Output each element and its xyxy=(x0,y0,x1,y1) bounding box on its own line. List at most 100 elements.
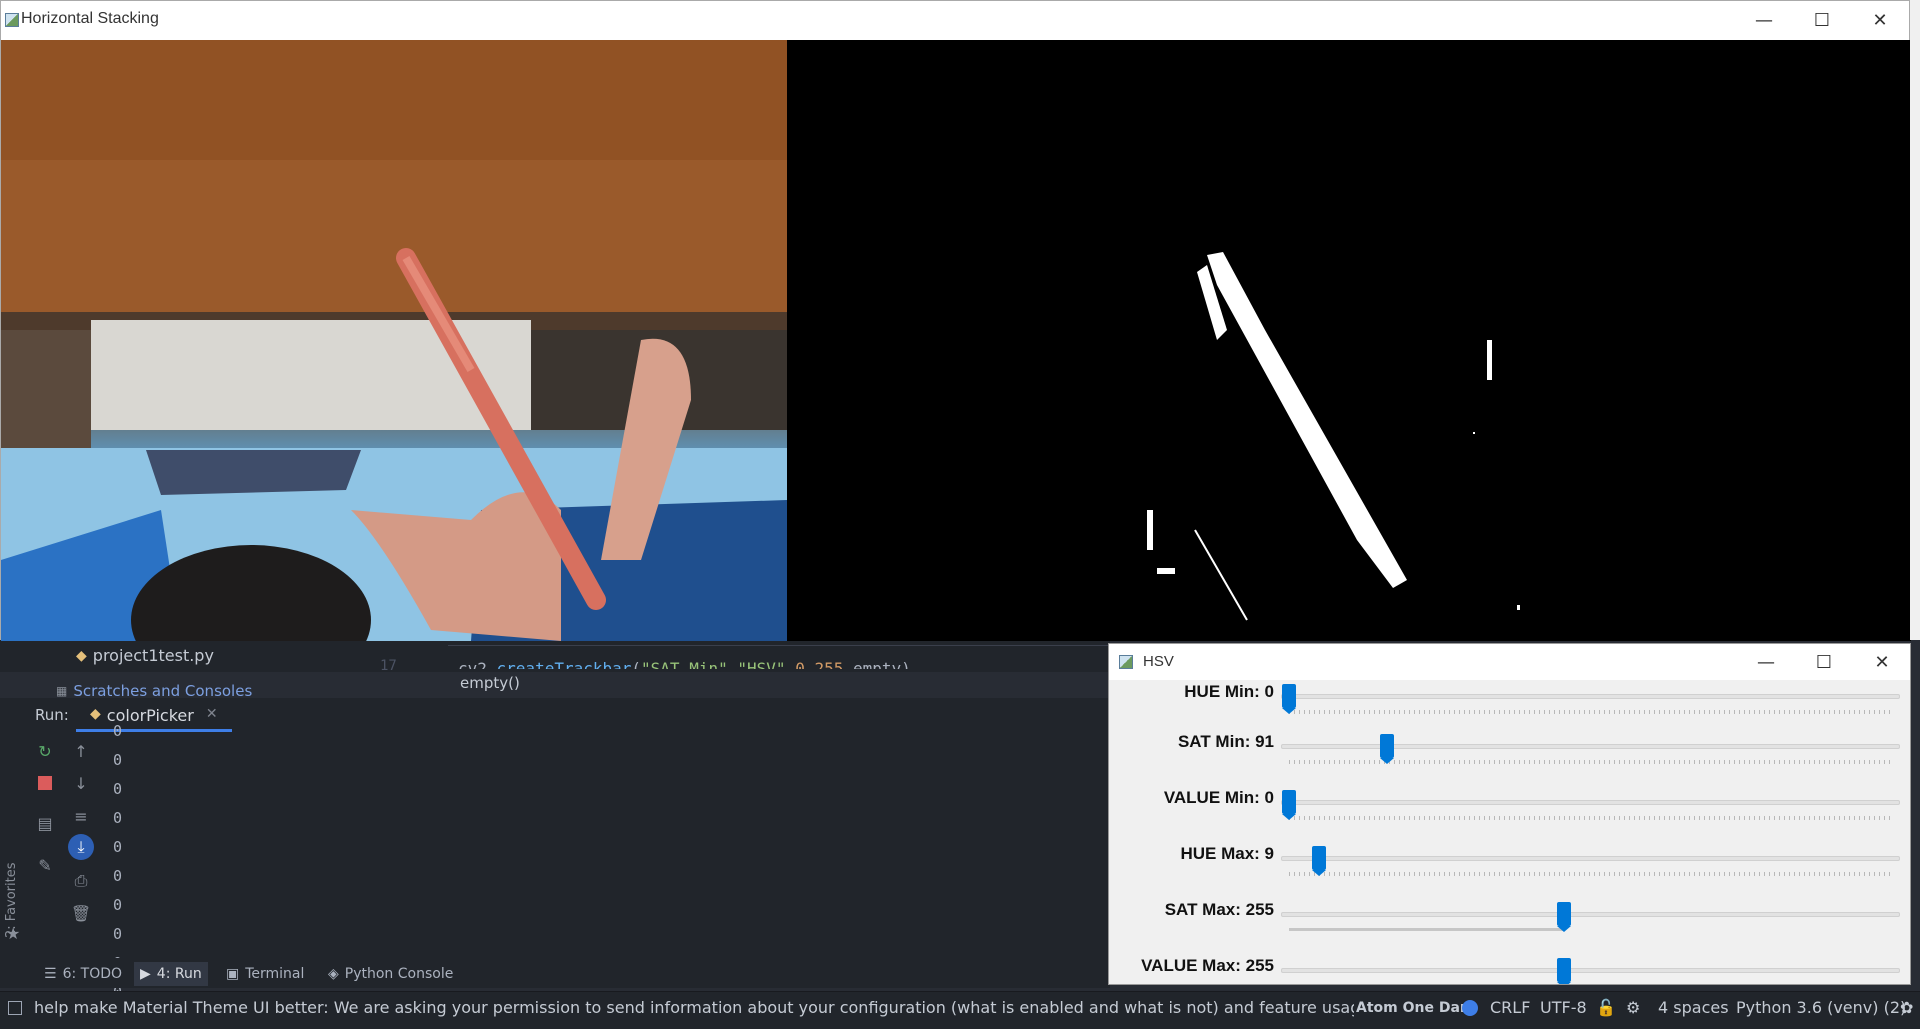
pin-icon[interactable]: ✎ xyxy=(34,854,56,876)
line-number: 17 xyxy=(380,658,397,674)
trackbar-thumb[interactable] xyxy=(1380,734,1395,764)
memory-icon[interactable]: ✿ xyxy=(1900,998,1913,1017)
status-message[interactable]: help make Material Theme UI better: We a… xyxy=(34,998,1354,1017)
console-output-line: 0 xyxy=(113,780,123,798)
rerun-icon[interactable]: ↻ xyxy=(34,740,56,762)
trackbar-panel: HUE Min: 0 SAT Min: 91 VALUE Min: 0 HUE Max… xyxy=(1109,680,1910,984)
hsv-window: HSV — ☐ ✕ HUE Min: 0 SAT Min: 91 VALUE Min… xyxy=(1108,643,1911,985)
project-file-item[interactable]: ◆ project1test.py xyxy=(76,646,214,665)
console-output-line: 0 xyxy=(113,867,123,885)
trackbar-thumb[interactable] xyxy=(1557,902,1572,932)
down-arrow-icon[interactable]: ↓ xyxy=(70,772,92,794)
status-toggle-icon[interactable] xyxy=(8,1001,22,1015)
main-window-title: Horizontal Stacking xyxy=(21,10,159,27)
console-output-line: 0 xyxy=(113,838,123,856)
python-file-icon: ◆ xyxy=(76,647,87,664)
minimize-button[interactable]: — xyxy=(1735,1,1793,40)
trackbar-ticks xyxy=(1289,710,1894,714)
hsv-titlebar[interactable]: HSV — ☐ ✕ xyxy=(1109,644,1910,680)
code-prefix: cv2. xyxy=(458,659,497,669)
scroll-to-end-icon[interactable]: ⤓ xyxy=(68,834,94,860)
webcam-scene xyxy=(1,40,787,641)
console-output-line: 0 xyxy=(113,809,123,827)
desktop-edge xyxy=(1910,0,1920,640)
run-tab-colorpicker[interactable]: ◆ colorPicker ✕ xyxy=(76,700,232,732)
tab-run[interactable]: ▶ 4: Run xyxy=(134,962,208,986)
main-titlebar[interactable]: Horizontal Stacking — ☐ ✕ xyxy=(1,1,1909,40)
star-icon[interactable]: ★ xyxy=(6,924,20,943)
trackbar-label: VALUE Max: 255 xyxy=(1141,956,1274,975)
tab-terminal[interactable]: ▣ Terminal xyxy=(220,962,310,986)
hsv-mask-image xyxy=(787,40,1911,641)
webcam-image xyxy=(1,40,787,641)
breadcrumb[interactable]: empty() xyxy=(460,674,520,692)
python-interpreter[interactable]: Python 3.6 (venv) (2) xyxy=(1736,998,1906,1017)
soft-wrap-icon[interactable]: ≡ xyxy=(70,805,92,827)
file-encoding[interactable]: UTF-8 xyxy=(1540,998,1587,1017)
trackbar-ticks xyxy=(1289,872,1894,876)
tab-run-label: 4: Run xyxy=(156,966,202,982)
trackbar-row: VALUE Min: 0 xyxy=(1109,786,1910,842)
mask-blobs xyxy=(1147,252,1520,621)
code-arg-callback: empty) xyxy=(853,659,911,669)
trackbar-row: SAT Max: 255 xyxy=(1109,898,1910,954)
code-line[interactable]: cv2.createTrackbar("SAT Min","HSV",0,255… xyxy=(458,655,911,669)
play-icon: ▶ xyxy=(140,966,151,982)
theme-indicator[interactable]: Atom One Dark xyxy=(1356,1000,1476,1016)
stop-icon[interactable] xyxy=(34,772,56,794)
indent-setting[interactable]: 4 spaces xyxy=(1658,998,1729,1017)
console-output-line: 0 xyxy=(113,925,123,943)
inspector-icon[interactable]: ⚙ xyxy=(1626,998,1640,1017)
code-arg-min: 0 xyxy=(795,659,805,669)
hsv-close-button[interactable]: ✕ xyxy=(1853,644,1910,680)
project-file-label: project1test.py xyxy=(92,646,214,665)
print-icon[interactable]: ⎙ xyxy=(70,870,92,892)
trackbar-row: HUE Min: 0 xyxy=(1109,680,1910,736)
run-panel xyxy=(0,698,1110,958)
up-arrow-icon[interactable]: ↑ xyxy=(70,740,92,762)
maximize-button[interactable]: ☐ xyxy=(1793,1,1851,40)
tab-python-console[interactable]: ◈ Python Console xyxy=(322,962,459,986)
trackbar-track[interactable] xyxy=(1281,912,1900,917)
folder-icon: ▦ xyxy=(56,684,68,698)
lock-icon[interactable]: 🔓 xyxy=(1596,998,1616,1017)
close-button[interactable]: ✕ xyxy=(1851,1,1909,40)
trackbar-thumb[interactable] xyxy=(1312,846,1327,876)
console-output-line: 0 xyxy=(113,722,123,740)
app-icon xyxy=(5,13,19,27)
trackbar-track[interactable] xyxy=(1281,856,1900,861)
code-comma: , xyxy=(785,659,796,669)
trackbar-row: SAT Min: 91 xyxy=(1109,730,1910,786)
trackbar-track[interactable] xyxy=(1281,968,1900,973)
trackbar-thumb[interactable] xyxy=(1282,790,1296,820)
code-open-paren: ( xyxy=(631,659,642,669)
trackbar-thumb[interactable] xyxy=(1557,958,1572,984)
trackbar-ticks xyxy=(1289,984,1894,985)
editor-separator xyxy=(448,645,1108,646)
hsv-maximize-button[interactable]: ☐ xyxy=(1795,644,1853,680)
trash-icon[interactable]: 🗑 xyxy=(70,902,92,924)
code-comma: , xyxy=(727,659,738,669)
console-output-line: 0 xyxy=(113,751,123,769)
layout-icon[interactable]: ▤ xyxy=(34,812,56,834)
code-arg-trackbar: "SAT Min" xyxy=(641,659,728,669)
console-output-line: 0 xyxy=(113,896,123,914)
code-arg-window: "HSV" xyxy=(737,659,786,669)
horizontal-stacking-window: Horizontal Stacking — ☐ ✕ xyxy=(0,0,1911,641)
trackbar-row: HUE Max: 9 xyxy=(1109,842,1910,898)
code-comma: , xyxy=(843,659,854,669)
trackbar-label: HUE Min: 0 xyxy=(1184,682,1274,701)
line-separator[interactable]: CRLF xyxy=(1490,998,1530,1017)
tab-todo[interactable]: ☰ 6: TODO xyxy=(38,962,128,986)
run-label: Run: xyxy=(35,706,69,724)
code-arg-max: 255 xyxy=(814,659,844,669)
trackbar-track[interactable] xyxy=(1281,694,1900,699)
trackbar-selection-range xyxy=(1289,928,1565,931)
trackbar-thumb[interactable] xyxy=(1282,684,1296,714)
trackbar-track[interactable] xyxy=(1281,744,1900,749)
trackbar-track[interactable] xyxy=(1281,800,1900,805)
terminal-icon: ▣ xyxy=(226,966,240,982)
close-tab-icon[interactable]: ✕ xyxy=(206,706,218,722)
theme-color-dot xyxy=(1462,1000,1478,1016)
hsv-minimize-button[interactable]: — xyxy=(1737,644,1795,680)
